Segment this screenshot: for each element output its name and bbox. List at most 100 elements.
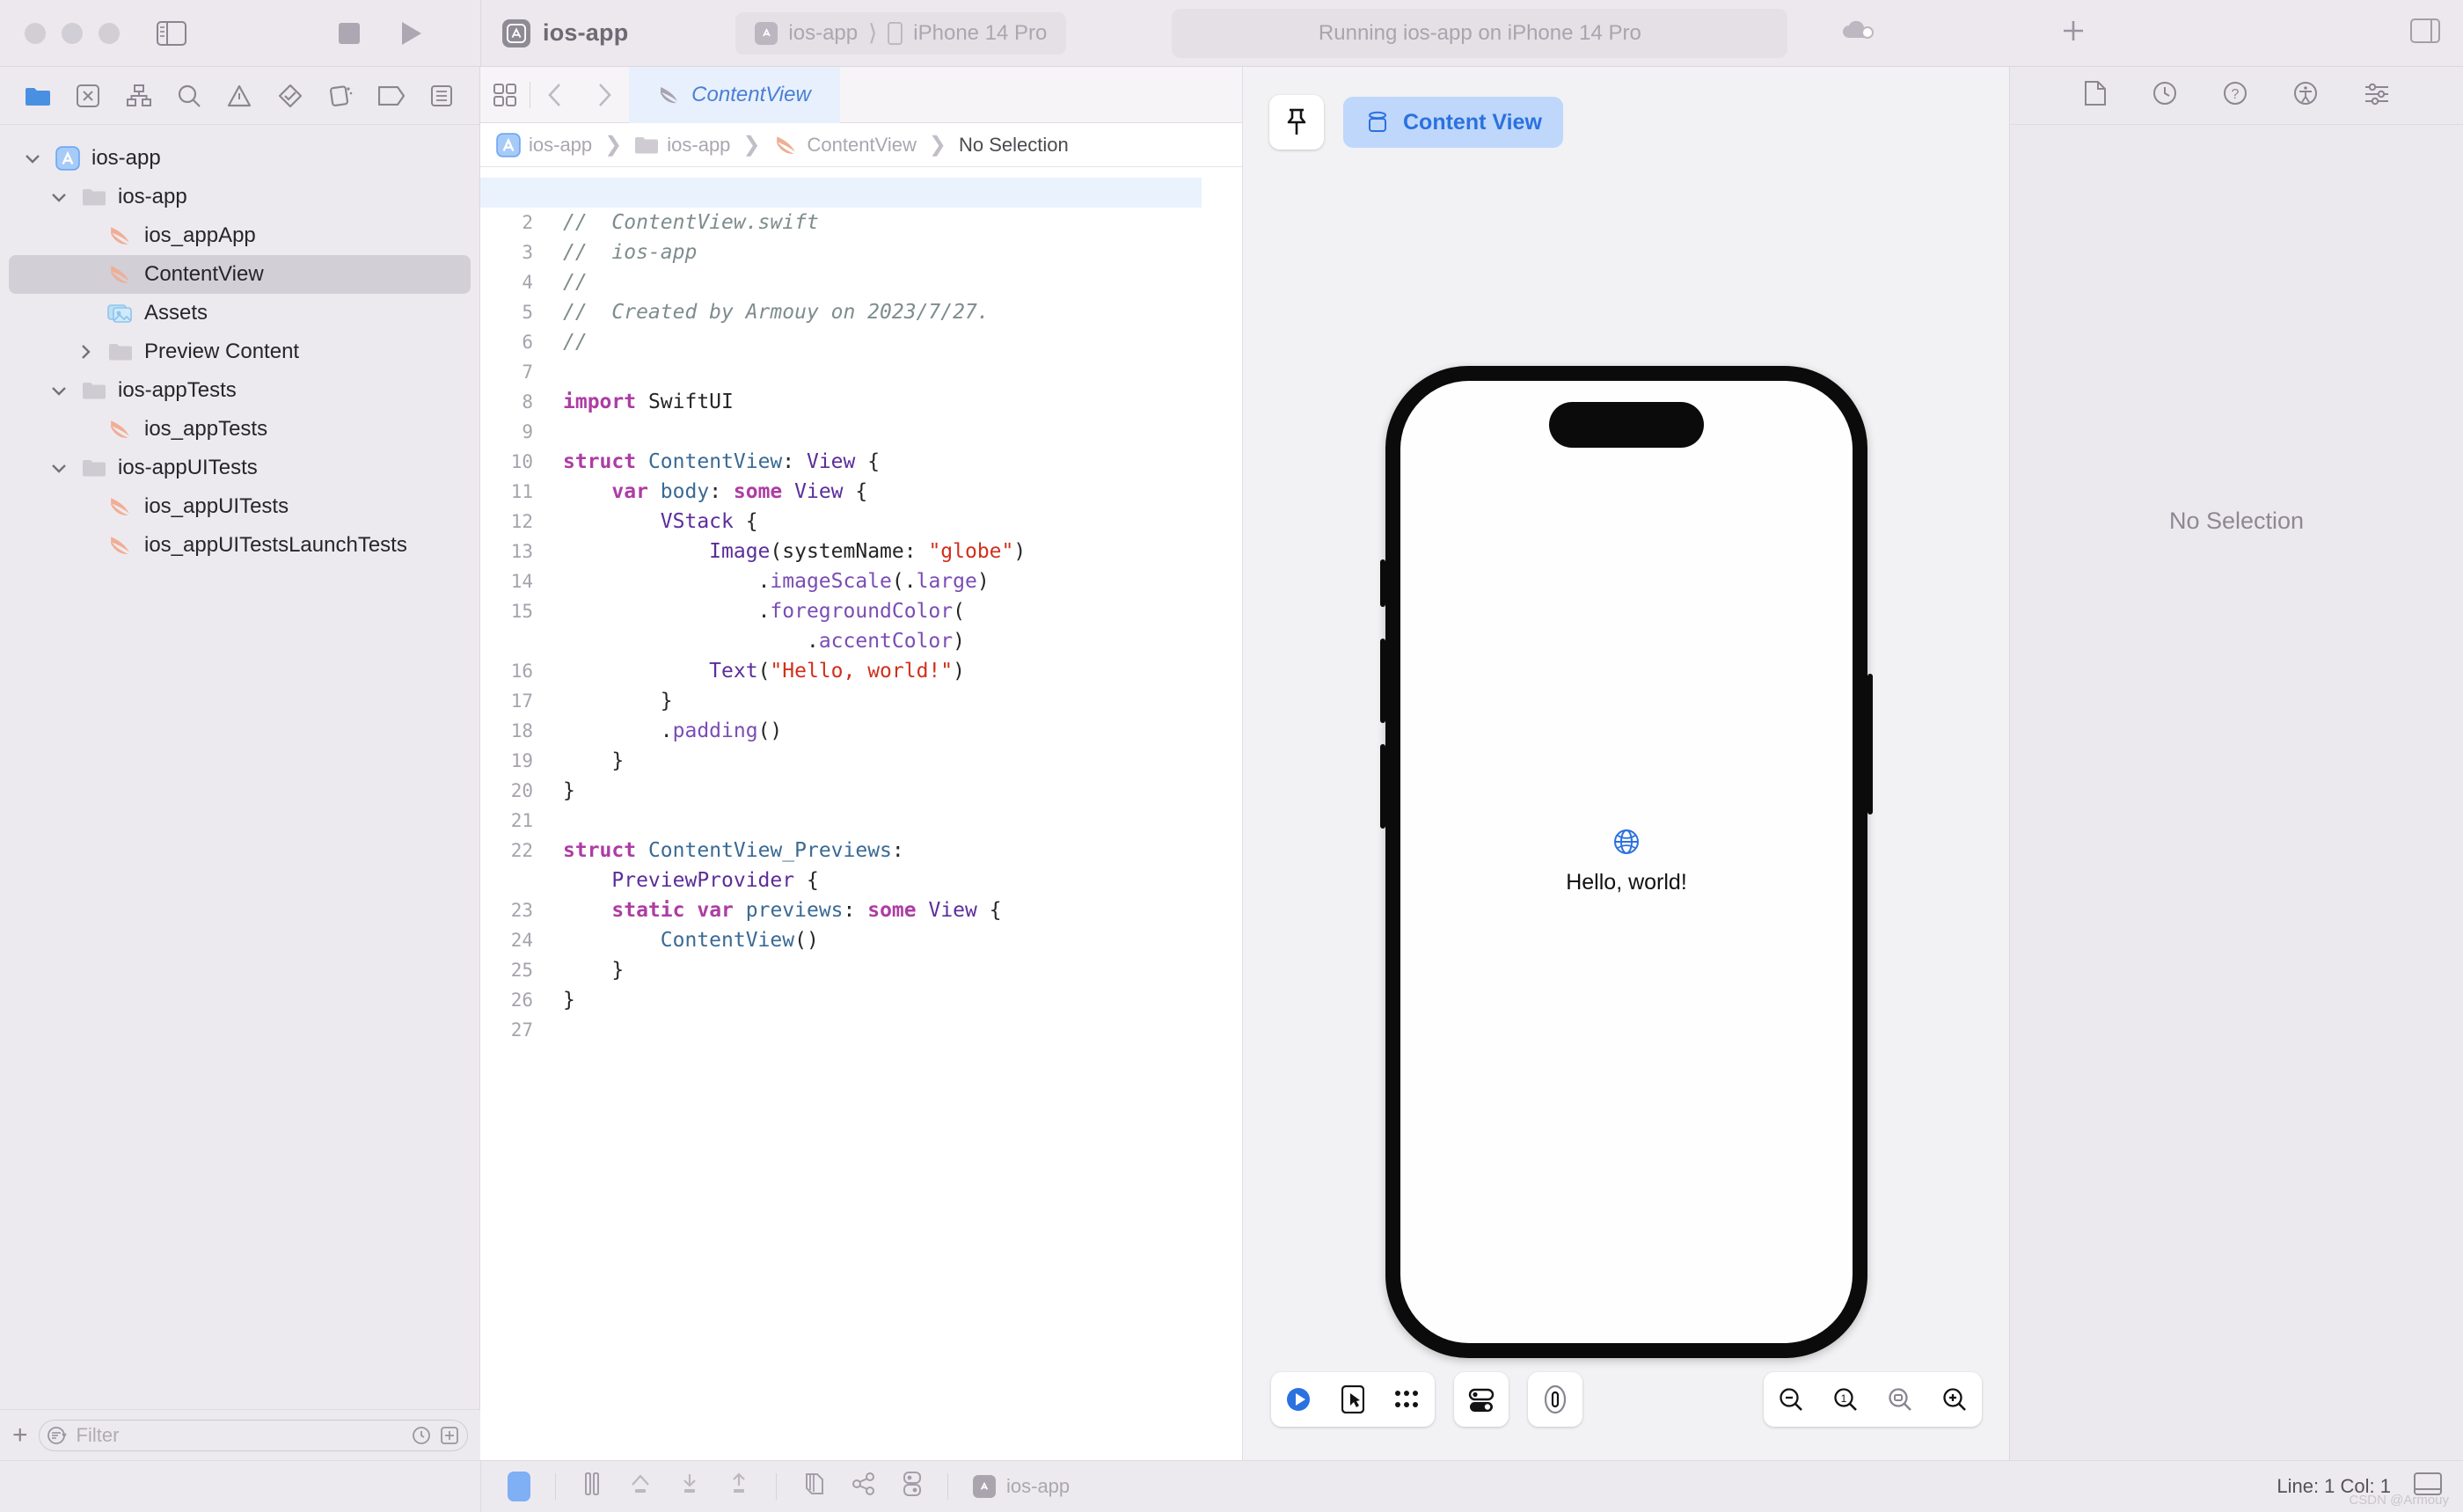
- debug-view-hierarchy-button[interactable]: [801, 1471, 826, 1501]
- sidebar-item-debug-navigator[interactable]: [316, 74, 366, 118]
- code-token: previews: [746, 899, 844, 922]
- toggle-inspector-icon[interactable]: [2410, 18, 2440, 47]
- preview-mode-group[interactable]: [1271, 1372, 1435, 1427]
- zoom-in-button[interactable]: [1927, 1372, 1982, 1427]
- debug-memory-graph-button[interactable]: [851, 1471, 877, 1501]
- sidebar-item-symbol-navigator[interactable]: [113, 74, 164, 118]
- add-editor-icon[interactable]: [2060, 18, 2087, 48]
- pause-button[interactable]: [581, 1471, 603, 1501]
- tree-item[interactable]: ios_appApp: [9, 216, 471, 255]
- selectable-mode-button[interactable]: [1326, 1372, 1380, 1427]
- sidebar-item-test-navigator[interactable]: [265, 74, 315, 118]
- sidebar-item-issue-navigator[interactable]: [215, 74, 265, 118]
- live-preview-button[interactable]: [1271, 1372, 1326, 1427]
- zoom-controls-group[interactable]: 1: [1764, 1372, 1982, 1427]
- disclosure-triangle-icon[interactable]: [74, 344, 97, 360]
- project-chip[interactable]: ios-app: [502, 19, 628, 47]
- device-settings-group[interactable]: [1528, 1372, 1582, 1427]
- sidebar-item-report-navigator[interactable]: [417, 74, 467, 118]
- line-number: 20: [480, 776, 540, 806]
- tree-item[interactable]: ios-appTests: [9, 371, 471, 410]
- minimize-button[interactable]: [62, 23, 83, 44]
- code-token: ContentView_Previews: [648, 839, 892, 862]
- tree-item[interactable]: ios-app: [9, 178, 471, 216]
- code-token: // ios-app: [563, 241, 697, 264]
- scheme-destination-selector[interactable]: ios-app ⟩ iPhone 14 Pro: [735, 12, 1066, 55]
- run-button[interactable]: [398, 19, 424, 47]
- navigate-forward-icon[interactable]: [580, 82, 629, 108]
- zoom-fit-button[interactable]: [1873, 1372, 1927, 1427]
- code-token: }: [563, 749, 624, 772]
- debug-process-chip[interactable]: ios-app: [973, 1475, 1070, 1498]
- tab-label: ContentView: [691, 83, 811, 107]
- status-bar-left-spacer: [0, 1461, 480, 1512]
- accessibility-inspector-icon[interactable]: [2293, 81, 2318, 110]
- window-controls[interactable]: [25, 23, 120, 44]
- source-control-filter-icon[interactable]: [439, 1425, 460, 1446]
- project-tree[interactable]: ios-appios-appios_appAppContentViewAsset…: [0, 125, 479, 565]
- attributes-inspector-icon[interactable]: [2364, 81, 2390, 110]
- sidebar-item-breakpoint-navigator[interactable]: [366, 74, 416, 118]
- pin-preview-button[interactable]: [1269, 95, 1324, 150]
- tree-item[interactable]: ios-appUITests: [9, 449, 471, 487]
- variants-button[interactable]: [1380, 1372, 1435, 1427]
- window-toolbar: ios-app ios-app ⟩ iPhone 14 Pro Running …: [0, 0, 2463, 67]
- disclosure-triangle-icon[interactable]: [48, 385, 70, 396]
- appearance-group[interactable]: [1454, 1372, 1509, 1427]
- tree-item-label: ios-appUITests: [118, 456, 258, 480]
- breadcrumb-item[interactable]: ios-app: [634, 134, 730, 157]
- navigate-back-icon[interactable]: [530, 82, 580, 108]
- tree-item[interactable]: Assets: [9, 294, 471, 332]
- toggle-navigator-icon[interactable]: [157, 21, 186, 46]
- tree-item[interactable]: ios_appUITestsLaunchTests: [9, 526, 471, 565]
- activity-status-bar: Running ios-app on iPhone 14 Pro: [1172, 9, 1787, 58]
- history-inspector-icon[interactable]: [2152, 81, 2177, 110]
- close-button[interactable]: [25, 23, 46, 44]
- code-token: Image: [709, 540, 770, 563]
- code-token: (): [794, 929, 819, 952]
- tree-item[interactable]: ios_appTests: [9, 410, 471, 449]
- environment-overrides-button[interactable]: [902, 1471, 923, 1501]
- sidebar-item-project-navigator[interactable]: [12, 74, 62, 118]
- file-inspector-icon[interactable]: [2084, 80, 2107, 111]
- appearance-button[interactable]: [1454, 1372, 1509, 1427]
- step-out-button[interactable]: [727, 1471, 751, 1501]
- toolbar-inspector-toggles[interactable]: [2410, 18, 2440, 47]
- sidebar-item-source-control-navigator[interactable]: [62, 74, 113, 118]
- line-number: 23: [480, 895, 540, 925]
- zoom-button[interactable]: [99, 23, 120, 44]
- disclosure-triangle-icon[interactable]: [21, 153, 44, 164]
- stop-button[interactable]: [336, 20, 362, 47]
- zoom-actual-button[interactable]: 1: [1818, 1372, 1873, 1427]
- code-token: // ContentView.swift: [563, 211, 819, 234]
- svg-text:1: 1: [1841, 1392, 1847, 1405]
- disclosure-triangle-icon[interactable]: [48, 192, 70, 202]
- breadcrumb-item[interactable]: No Selection: [959, 134, 1069, 157]
- step-into-button[interactable]: [677, 1471, 702, 1501]
- disclosure-triangle-icon[interactable]: [48, 463, 70, 473]
- device-screen[interactable]: Hello, world!: [1400, 381, 1853, 1343]
- toggle-debug-area-button[interactable]: [508, 1472, 530, 1501]
- filter-input[interactable]: Filter: [39, 1420, 468, 1451]
- breadcrumb-item[interactable]: ios-app: [496, 133, 592, 157]
- line-number: 6: [480, 327, 540, 357]
- zoom-out-button[interactable]: [1764, 1372, 1818, 1427]
- add-file-button[interactable]: +: [12, 1422, 28, 1449]
- tab-contentview[interactable]: ContentView: [629, 67, 840, 123]
- sidebar-item-find-navigator[interactable]: [164, 74, 214, 118]
- code-token: import: [563, 391, 636, 413]
- step-over-button[interactable]: [628, 1471, 653, 1501]
- quick-help-inspector-icon[interactable]: ?: [2223, 81, 2247, 110]
- tree-item[interactable]: ios_appUITests: [9, 487, 471, 526]
- device-settings-button[interactable]: [1528, 1372, 1582, 1427]
- recent-files-filter-icon[interactable]: [411, 1425, 432, 1446]
- editor-options-icon[interactable]: [480, 82, 530, 108]
- tree-item[interactable]: Preview Content: [9, 332, 471, 371]
- line-number: 21: [480, 806, 540, 836]
- tree-item[interactable]: ContentView: [9, 255, 471, 294]
- tree-item[interactable]: ios-app: [9, 139, 471, 178]
- breadcrumb-item[interactable]: ContentView: [773, 134, 917, 157]
- navigator-filter-bar: + Filter: [0, 1409, 480, 1460]
- preview-device-chip[interactable]: Content View: [1343, 97, 1563, 148]
- cloud-icon[interactable]: [1840, 18, 1875, 47]
